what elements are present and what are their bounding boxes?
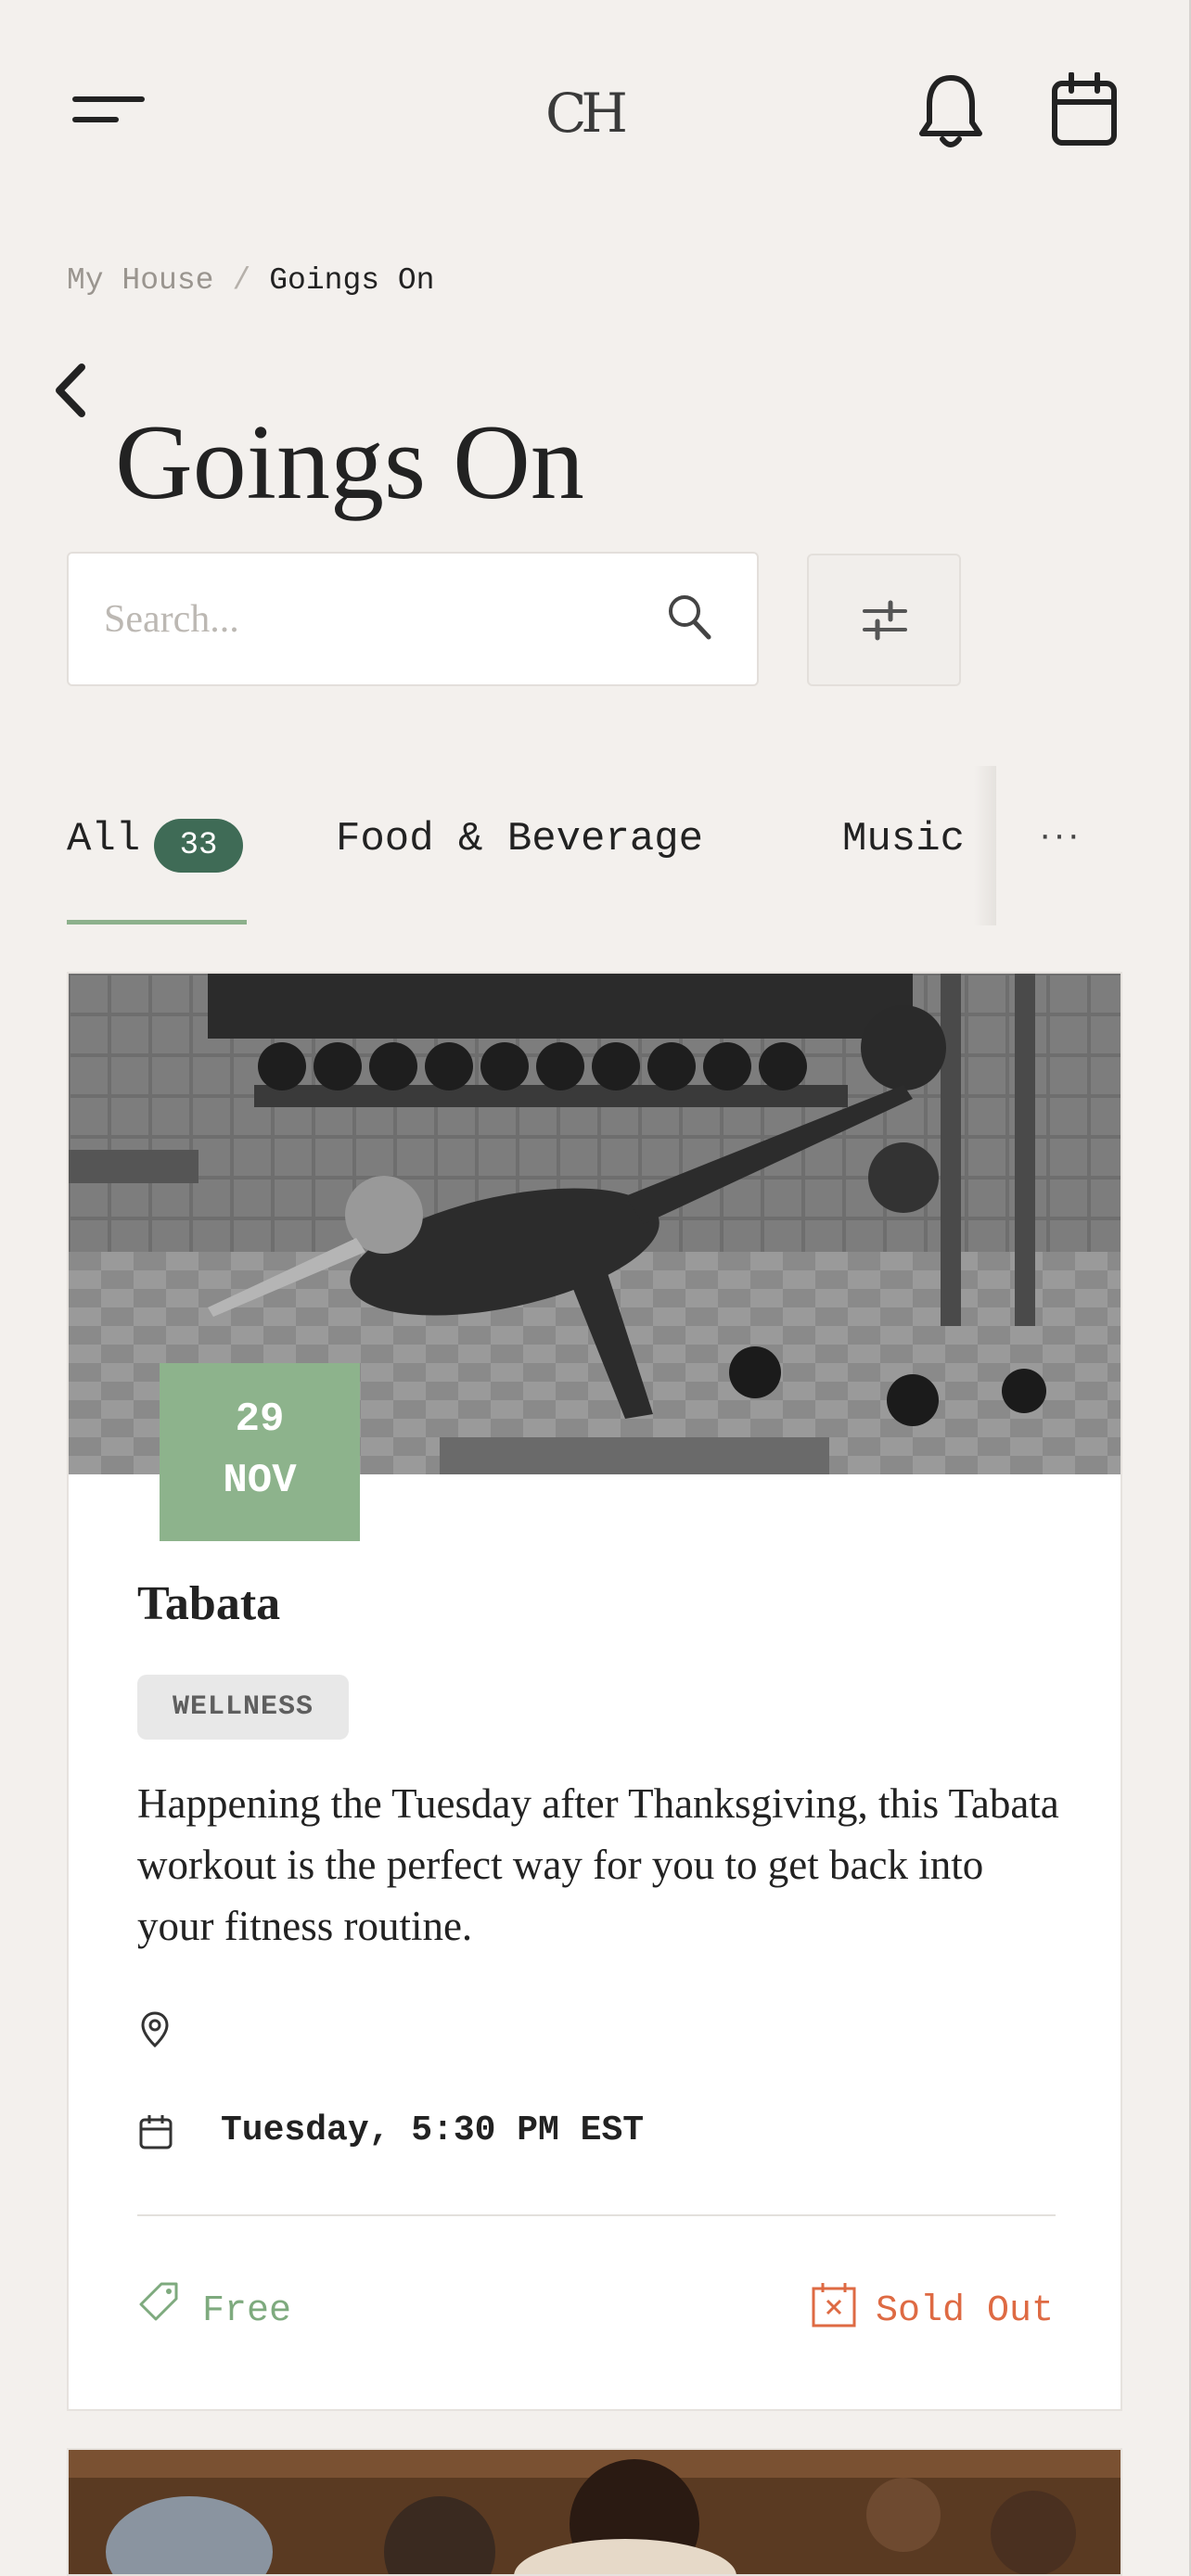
- calendar-icon[interactable]: [1051, 72, 1118, 147]
- tab-all-count-badge: 33: [154, 819, 243, 873]
- card-divider: [137, 2214, 1056, 2216]
- breadcrumb: My House / Goings On: [67, 263, 434, 298]
- tabs-scroll-fade: [974, 766, 996, 925]
- page-title: Goings On: [115, 402, 584, 522]
- event-date-day: 29: [235, 1396, 285, 1443]
- breadcrumb-item-my-house[interactable]: My House: [67, 263, 213, 298]
- breadcrumb-separator: /: [232, 263, 251, 298]
- event-time: Tuesday, 5:30 PM EST: [221, 2111, 645, 2150]
- search-input[interactable]: [104, 554, 623, 684]
- filter-button[interactable]: [807, 554, 961, 686]
- price-tag-icon: [139, 2281, 180, 2324]
- calendar-x-icon: [811, 2281, 857, 2327]
- menu-icon[interactable]: [72, 93, 145, 128]
- sliders-icon: [863, 600, 907, 641]
- tab-food-beverage[interactable]: Food & Beverage: [336, 816, 703, 862]
- location-pin-icon: [139, 2010, 171, 2049]
- event-image-next: [69, 2450, 1121, 2574]
- event-description: Happening the Tuesday after Thanksgiving…: [137, 1780, 1059, 1949]
- breadcrumb-item-current: Goings On: [269, 263, 435, 298]
- event-card-next[interactable]: [67, 2448, 1122, 2576]
- event-date-month: NOV: [223, 1458, 297, 1504]
- event-availability: Sold Out: [876, 2290, 1055, 2332]
- logo[interactable]: CH: [545, 82, 628, 145]
- search-box: [67, 552, 759, 686]
- search-icon[interactable]: [666, 593, 712, 641]
- tab-music[interactable]: Music: [842, 816, 965, 862]
- chevron-left-icon[interactable]: [52, 362, 89, 419]
- event-title[interactable]: Tabata: [137, 1576, 280, 1631]
- event-category-tag: WELLNESS: [137, 1675, 349, 1740]
- event-price: Free: [202, 2290, 292, 2332]
- calendar-small-icon: [139, 2114, 173, 2149]
- tab-active-indicator: [67, 920, 247, 925]
- bell-icon[interactable]: [918, 72, 983, 152]
- event-card[interactable]: 29 NOV Tabata WELLNESS Happening the Tue…: [67, 972, 1122, 2411]
- tabs-more-button[interactable]: ···: [1039, 814, 1082, 856]
- tab-all[interactable]: All: [67, 816, 140, 862]
- event-date-badge: 29 NOV: [160, 1363, 360, 1541]
